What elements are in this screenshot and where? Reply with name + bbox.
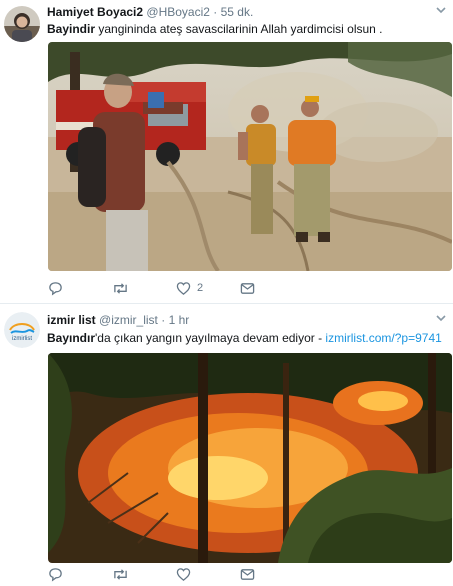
- avatar[interactable]: [4, 6, 40, 42]
- tweet-time[interactable]: 55 dk.: [221, 5, 254, 19]
- author-name[interactable]: izmir list: [47, 313, 96, 327]
- like-count: 2: [197, 282, 204, 294]
- author-handle[interactable]: @HBoyaci2: [146, 5, 210, 19]
- retweet-icon: [114, 568, 127, 580]
- tweet-header: Hamiyet Boyaci2 @HBoyaci2 · 55 dk.: [47, 5, 253, 20]
- tweet-actions: 2: [48, 280, 298, 296]
- tweet-text-bold: Bayindir: [47, 22, 96, 36]
- tweet-photo[interactable]: [48, 353, 452, 563]
- reply-button[interactable]: [48, 566, 69, 582]
- tweet-photo[interactable]: [48, 42, 452, 271]
- message-icon: [240, 282, 255, 294]
- like-icon: [176, 281, 191, 295]
- retweet-button[interactable]: [112, 280, 135, 296]
- tweet-text: Bayindir yangininda ateş savascilarinin …: [47, 22, 383, 37]
- reply-button[interactable]: [48, 280, 69, 296]
- author-name[interactable]: Hamiyet Boyaci2: [47, 5, 143, 19]
- tweet-card[interactable]: izmirlist izmir list @izmir_list · 1 hr …: [0, 304, 453, 586]
- separator-dot: ·: [161, 313, 166, 327]
- like-icon: [176, 567, 191, 581]
- avatar[interactable]: izmirlist: [4, 312, 40, 348]
- author-handle[interactable]: @izmir_list: [99, 313, 158, 327]
- retweet-icon: [114, 282, 127, 294]
- reply-icon: [49, 567, 62, 582]
- tweet-time[interactable]: 1 hr: [169, 313, 190, 327]
- separator-dot: ·: [213, 5, 218, 19]
- tweet-card[interactable]: Hamiyet Boyaci2 @HBoyaci2 · 55 dk. Bayin…: [0, 0, 453, 303]
- reply-icon: [49, 281, 62, 296]
- tweet-header: izmir list @izmir_list · 1 hr: [47, 313, 189, 328]
- like-button[interactable]: [176, 566, 197, 582]
- message-icon: [240, 568, 255, 580]
- message-button[interactable]: [240, 280, 255, 296]
- chevron-down-icon[interactable]: [435, 313, 447, 323]
- tweet-text-body: yangininda ateş savascilarinin Allah yar…: [95, 22, 383, 36]
- like-button[interactable]: 2: [176, 280, 203, 296]
- tweet-actions: [48, 566, 298, 582]
- tweet-text-bold: Bayındır: [47, 331, 96, 345]
- message-button[interactable]: [240, 566, 255, 582]
- retweet-button[interactable]: [112, 566, 135, 582]
- tweet-link[interactable]: izmirlist.com/?p=9741: [325, 331, 441, 345]
- chevron-down-icon[interactable]: [435, 5, 447, 15]
- tweet-text-body: 'da çıkan yangın yayılmaya devam ediyor …: [95, 331, 326, 345]
- tweet-text: Bayındır'da çıkan yangın yayılmaya devam…: [47, 331, 442, 346]
- avatar-logo-text: izmirlist: [12, 336, 32, 342]
